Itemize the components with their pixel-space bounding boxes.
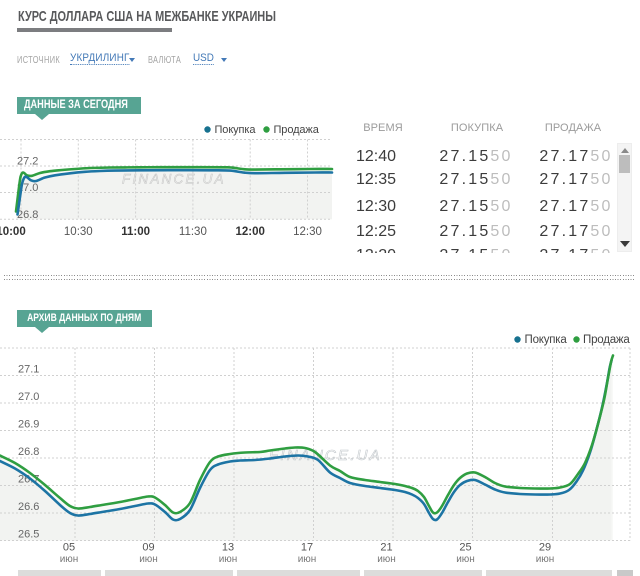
svg-text:июн: июн [60,554,79,565]
svg-text:Покупка: Покупка [215,125,257,136]
svg-text:21: 21 [380,542,392,554]
svg-text:05: 05 [63,542,75,554]
svg-text:июн: июн [219,554,238,565]
svg-text:июн: июн [139,554,158,565]
svg-text:июн: июн [536,554,555,565]
svg-text:11:00: 11:00 [121,226,150,238]
svg-text:июн: июн [298,554,317,565]
svg-text:27.0: 27.0 [18,391,39,403]
svg-text:Продажа: Продажа [583,334,630,346]
svg-text:26.9: 26.9 [18,419,39,431]
svg-text:17: 17 [301,542,313,554]
svg-text:27.2: 27.2 [17,156,38,168]
svg-text:26.5: 26.5 [18,529,39,541]
svg-text:26.8: 26.8 [18,446,39,458]
svg-text:Покупка: Покупка [525,334,568,346]
svg-text:10:00: 10:00 [0,226,26,238]
svg-text:12:30: 12:30 [293,226,322,238]
svg-text:июн: июн [377,554,396,565]
svg-text:11:30: 11:30 [179,226,207,238]
svg-text:10:30: 10:30 [64,226,93,238]
svg-text:FINANCE.UA: FINANCE.UA [122,172,226,187]
svg-text:29: 29 [539,542,551,554]
svg-text:12:00: 12:00 [235,226,264,238]
svg-text:25: 25 [459,542,471,554]
svg-text:27.1: 27.1 [18,364,39,376]
svg-text:Продажа: Продажа [274,125,320,136]
svg-text:26.6: 26.6 [18,501,39,513]
svg-text:09: 09 [142,542,154,554]
svg-text:13: 13 [222,542,234,554]
svg-text:июн: июн [456,554,475,565]
svg-text:26.8: 26.8 [17,209,38,221]
